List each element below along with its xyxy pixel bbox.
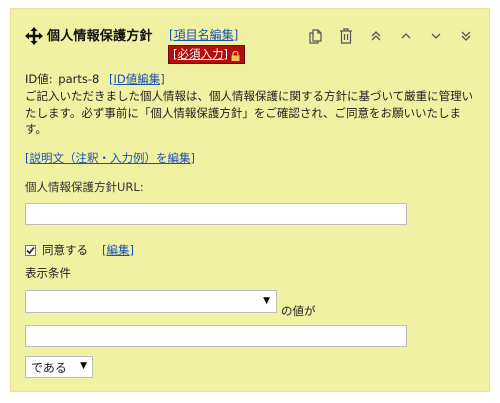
edit-id-link[interactable]: [ID値編集]: [109, 72, 165, 86]
copy-icon[interactable]: [301, 25, 331, 47]
chevron-down-icon: ▼: [80, 361, 87, 371]
policy-url-input[interactable]: [25, 203, 407, 225]
id-label: ID値:: [25, 72, 53, 86]
display-condition-label: 表示条件: [25, 266, 71, 280]
chevron-down-icon: ▼: [263, 296, 270, 306]
condition-field-select[interactable]: ▼: [25, 290, 277, 313]
edit-description-link[interactable]: [説明文（注釈・入力例）を編集]: [25, 150, 195, 166]
edit-agree-link[interactable]: [編集]: [102, 242, 134, 258]
trash-icon[interactable]: [331, 25, 361, 47]
item-toolbar: [301, 25, 481, 47]
policy-url-label: 個人情報保護方針URL:: [25, 180, 144, 194]
item-title: 個人情報保護方針: [47, 29, 153, 44]
condition-suffix: の値が: [281, 304, 316, 318]
id-line: ID値: parts-8 [ID値編集]: [25, 71, 165, 87]
agree-row: 同意する [編集]: [25, 242, 134, 258]
move-top-icon[interactable]: [361, 25, 391, 47]
move-bottom-icon[interactable]: [451, 25, 481, 47]
move-up-icon[interactable]: [391, 25, 421, 47]
item-header: 個人情報保護方針 [項目名編集] [必須入力]: [11, 9, 489, 71]
move-down-icon[interactable]: [421, 25, 451, 47]
condition-operator-select[interactable]: である ▼: [25, 356, 93, 378]
lock-icon: [231, 50, 240, 61]
item-description: ご記入いただきました個人情報は、個人情報保護に関する方針に基づいて厳重に管理いた…: [25, 89, 474, 136]
condition-operator-value: である: [31, 360, 67, 375]
condition-value-input[interactable]: [25, 325, 407, 347]
form-item-panel: 個人情報保護方針 [項目名編集] [必須入力] ID値: parts-8 [ID…: [10, 8, 490, 392]
agree-label: 同意する: [42, 243, 88, 257]
move-handle-icon[interactable]: [25, 27, 43, 45]
agree-checkbox[interactable]: [25, 244, 36, 256]
edit-item-name-link[interactable]: [項目名編集]: [169, 26, 238, 43]
id-value: parts-8: [58, 72, 100, 86]
required-badge-label: [必須入力]: [173, 47, 228, 61]
required-badge[interactable]: [必須入力]: [168, 45, 245, 64]
